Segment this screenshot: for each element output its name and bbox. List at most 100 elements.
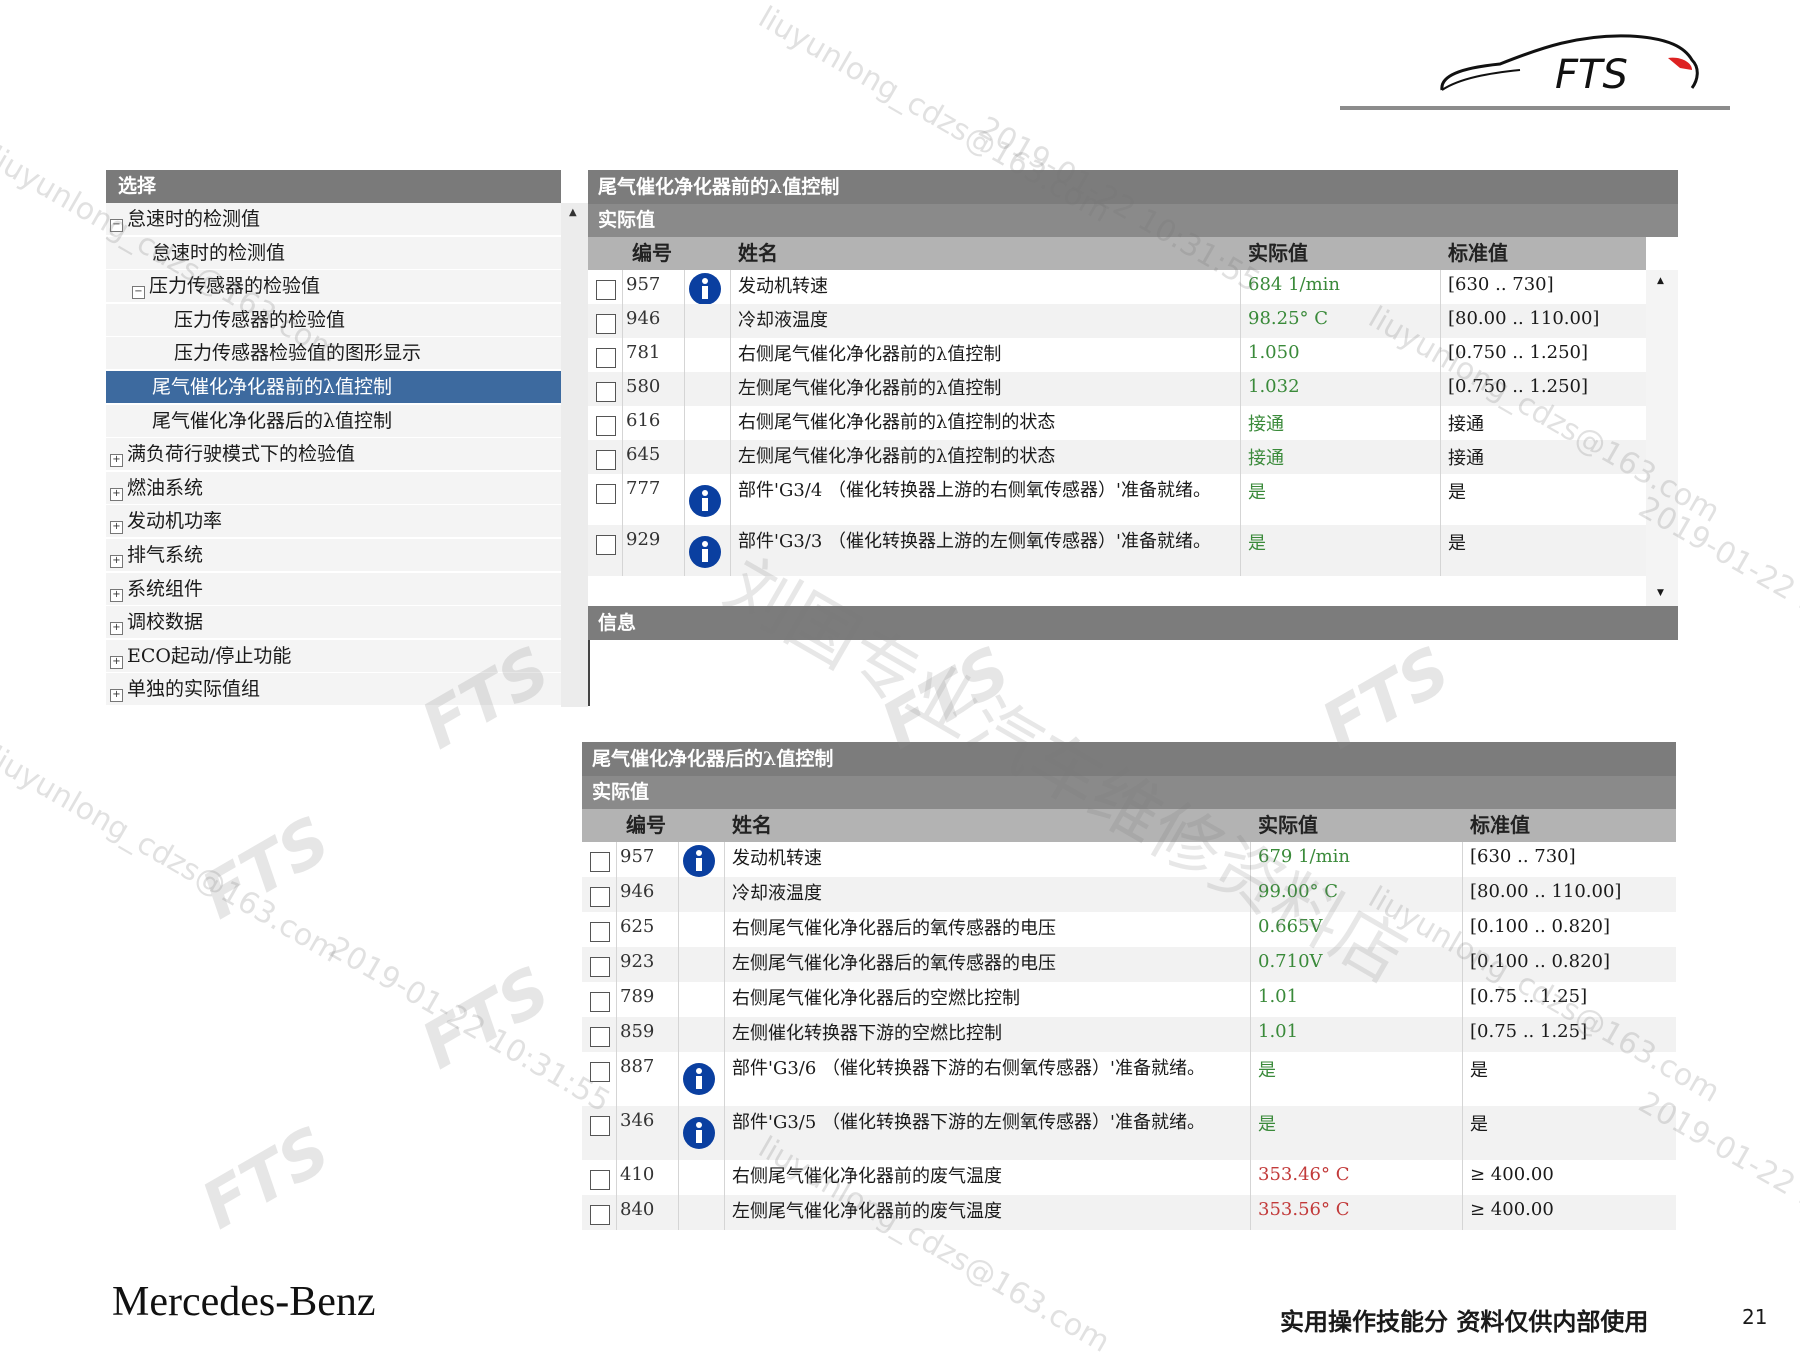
- row-name: 左侧尾气催化净化器前的废气温度: [732, 1199, 1252, 1224]
- tree-item[interactable]: −怠速时的检测值: [106, 203, 561, 236]
- table-row[interactable]: 410右侧尾气催化净化器前的废气温度353.46° C≥ 400.00: [582, 1160, 1676, 1195]
- row-checkbox[interactable]: [590, 992, 610, 1012]
- column-divider: [1240, 338, 1241, 372]
- table-row[interactable]: 946冷却液温度98.25° C[80.00 .. 110.00]: [588, 304, 1646, 338]
- column-divider: [1440, 474, 1441, 525]
- info-icon[interactable]: [682, 1116, 716, 1150]
- column-divider: [724, 982, 725, 1017]
- column-divider: [724, 1017, 725, 1052]
- row-checkbox[interactable]: [590, 1205, 610, 1225]
- table-row[interactable]: 840左侧尾气催化净化器前的废气温度353.56° C≥ 400.00: [582, 1195, 1676, 1230]
- row-name: 发动机转速: [738, 274, 1238, 299]
- table-row[interactable]: 887部件'G3/6 （催化转换器下游的右侧氧传感器）'准备就绪。是是: [582, 1052, 1676, 1106]
- expand-icon[interactable]: +: [110, 555, 123, 568]
- column-divider: [1250, 982, 1251, 1017]
- row-standard-value: 是: [1448, 478, 1466, 504]
- column-divider: [1440, 440, 1441, 474]
- tree-item[interactable]: +燃油系统: [106, 472, 561, 505]
- info-icon[interactable]: [688, 535, 722, 569]
- column-divider: [1440, 270, 1441, 304]
- column-divider: [1250, 1052, 1251, 1106]
- tree-item[interactable]: 尾气催化净化器前的λ值控制: [106, 371, 561, 404]
- row-checkbox[interactable]: [596, 535, 616, 555]
- tree-item[interactable]: +发动机功率: [106, 505, 561, 538]
- col-name: 姓名: [732, 809, 772, 842]
- info-icon[interactable]: [682, 844, 716, 878]
- expand-icon[interactable]: +: [110, 488, 123, 501]
- tree-item[interactable]: +调校数据: [106, 606, 561, 639]
- table-row[interactable]: 946冷却液温度99.00° C[80.00 .. 110.00]: [582, 877, 1676, 912]
- info-icon[interactable]: [688, 484, 722, 518]
- table-scrollbar[interactable]: ▲ ▼: [1646, 270, 1678, 606]
- expand-icon[interactable]: +: [110, 589, 123, 602]
- row-actual-value: 接通: [1248, 410, 1284, 436]
- col-name: 姓名: [738, 237, 778, 270]
- row-checkbox[interactable]: [590, 922, 610, 942]
- tree-item[interactable]: +满负荷行驶模式下的检验值: [106, 438, 561, 471]
- column-divider: [1240, 304, 1241, 338]
- row-checkbox[interactable]: [596, 450, 616, 470]
- col-standard: 标准值: [1448, 237, 1508, 270]
- row-actual-value: 接通: [1248, 444, 1284, 470]
- row-checkbox[interactable]: [590, 852, 610, 872]
- table-row[interactable]: 625右侧尾气催化净化器后的氧传感器的电压0.665V[0.100 .. 0.8…: [582, 912, 1676, 947]
- tree-item-label: 尾气催化净化器后的λ值控制: [152, 410, 392, 432]
- row-checkbox[interactable]: [596, 484, 616, 504]
- expand-icon[interactable]: +: [110, 622, 123, 635]
- row-checkbox[interactable]: [590, 887, 610, 907]
- row-checkbox[interactable]: [590, 957, 610, 977]
- column-divider: [730, 304, 731, 338]
- tree-item[interactable]: 尾气催化净化器后的λ值控制: [106, 405, 561, 438]
- scroll-up-icon[interactable]: ▲: [569, 207, 577, 218]
- table-row[interactable]: 346部件'G3/5 （催化转换器下游的左侧氧传感器）'准备就绪。是是: [582, 1106, 1676, 1160]
- collapse-icon[interactable]: −: [132, 286, 145, 299]
- row-name: 左侧尾气催化净化器前的λ值控制的状态: [738, 444, 1238, 469]
- row-number: 580: [626, 376, 660, 397]
- expand-icon[interactable]: +: [110, 521, 123, 534]
- column-divider: [1462, 982, 1463, 1017]
- row-checkbox[interactable]: [590, 1170, 610, 1190]
- row-actual-value: 353.56° C: [1258, 1199, 1349, 1220]
- column-divider: [1462, 1052, 1463, 1106]
- column-divider: [678, 912, 679, 947]
- row-checkbox[interactable]: [596, 280, 616, 300]
- row-checkbox[interactable]: [590, 1027, 610, 1047]
- row-checkbox[interactable]: [596, 348, 616, 368]
- column-divider: [730, 440, 731, 474]
- tree-item-label: 单独的实际值组: [127, 678, 260, 700]
- expand-icon[interactable]: +: [110, 689, 123, 702]
- table-row[interactable]: 777部件'G3/4 （催化转换器上游的右侧氧传感器）'准备就绪。是是: [588, 474, 1646, 525]
- expand-icon[interactable]: +: [110, 454, 123, 467]
- row-name: 右侧尾气催化净化器前的λ值控制的状态: [738, 410, 1238, 435]
- info-icon[interactable]: [688, 272, 722, 306]
- column-divider: [684, 270, 685, 304]
- table-row[interactable]: 616右侧尾气催化净化器前的λ值控制的状态接通接通: [588, 406, 1646, 440]
- row-number: 346: [620, 1110, 654, 1131]
- column-divider: [1250, 947, 1251, 982]
- table-row[interactable]: 859左侧催化转换器下游的空燃比控制1.01[0.75 .. 1.25]: [582, 1017, 1676, 1052]
- row-checkbox[interactable]: [596, 382, 616, 402]
- column-divider: [1462, 1017, 1463, 1052]
- expand-icon[interactable]: +: [110, 656, 123, 669]
- tree-item-label: ECO起动/停止功能: [127, 645, 291, 667]
- scroll-up-icon[interactable]: ▲: [1657, 276, 1664, 286]
- table-row[interactable]: 645左侧尾气催化净化器前的λ值控制的状态接通接通: [588, 440, 1646, 474]
- tree-item[interactable]: +排气系统: [106, 539, 561, 572]
- logo-underline: [1340, 106, 1730, 110]
- column-divider: [730, 474, 731, 525]
- row-checkbox[interactable]: [590, 1116, 610, 1136]
- row-checkbox[interactable]: [596, 314, 616, 334]
- column-divider: [684, 525, 685, 576]
- scroll-down-icon[interactable]: ▼: [1657, 588, 1664, 598]
- tree-item[interactable]: +系统组件: [106, 573, 561, 606]
- row-name: 右侧尾气催化净化器前的λ值控制: [738, 342, 1238, 367]
- table-row[interactable]: 957发动机转速684 1/min[630 .. 730]: [588, 270, 1646, 304]
- column-divider: [1240, 440, 1241, 474]
- column-divider: [622, 270, 623, 304]
- info-icon[interactable]: [682, 1062, 716, 1096]
- row-actual-value: 1.01: [1258, 986, 1298, 1007]
- row-standard-value: ≥ 400.00: [1470, 1199, 1554, 1220]
- row-number: 946: [620, 881, 654, 902]
- column-divider: [622, 304, 623, 338]
- row-checkbox[interactable]: [596, 416, 616, 436]
